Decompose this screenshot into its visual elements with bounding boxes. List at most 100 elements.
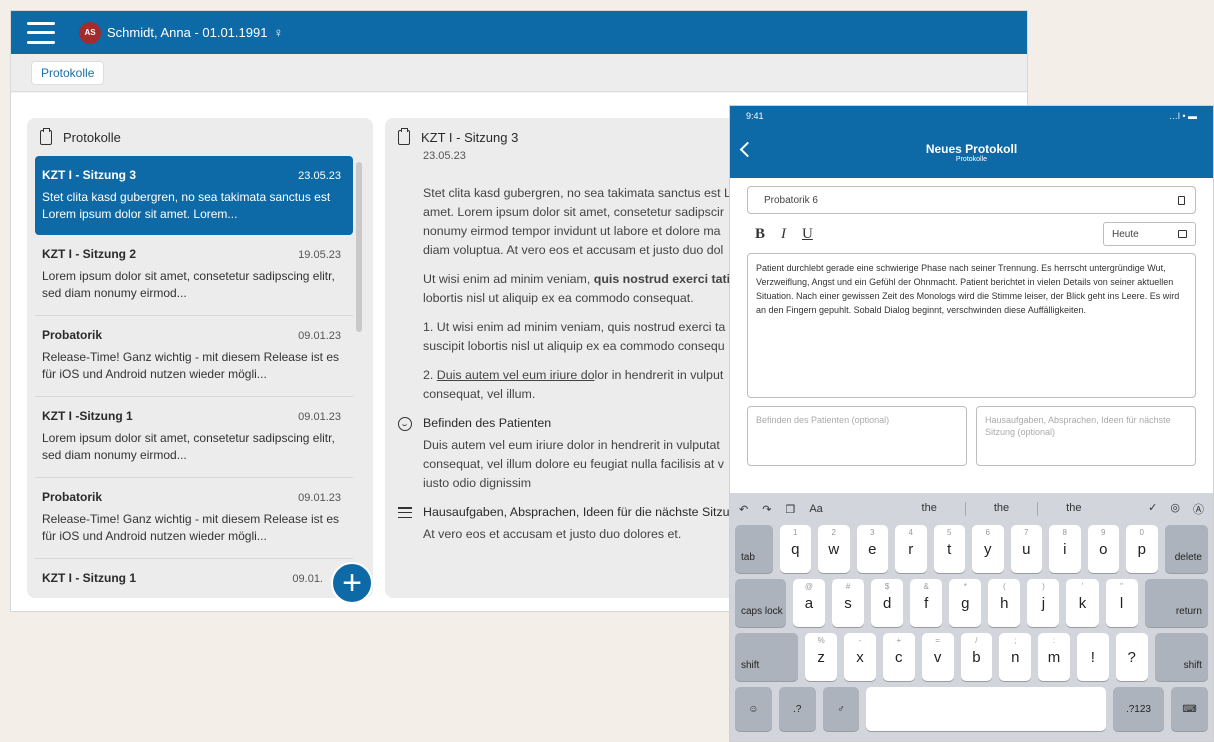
letter-key[interactable]: 6y bbox=[972, 525, 1004, 573]
patient-name[interactable]: Schmidt, Anna - 01.01.1991 bbox=[107, 25, 267, 40]
list-item[interactable]: Probatorik 09.01.23 Release-Time! Ganz wi… bbox=[35, 478, 353, 559]
nav-title: Neues Protokoll bbox=[925, 142, 1018, 156]
list-item-date: 09.01.23 bbox=[298, 330, 341, 342]
homework-field[interactable]: Hausaufgaben, Absprachen, Ideen für näch… bbox=[976, 406, 1196, 466]
microphone-icon[interactable]: ♂ bbox=[822, 687, 860, 731]
letter-key[interactable]: 2w bbox=[818, 525, 850, 573]
numbers-key-right[interactable]: .?123 bbox=[1112, 687, 1165, 731]
patient-condition-field[interactable]: Befinden des Patienten (optional) bbox=[747, 406, 967, 466]
text-line: iusto odio dignissim bbox=[423, 476, 532, 490]
date-select[interactable]: Heute bbox=[1103, 222, 1196, 246]
numbers-key-left[interactable]: .? bbox=[778, 687, 816, 731]
list-item-preview: Lorem ipsum dolor sit amet, consetetur s… bbox=[42, 269, 335, 300]
list-item[interactable]: KZT I - Sitzung 1 09.01. bbox=[35, 559, 353, 598]
shift-key[interactable]: shift bbox=[735, 633, 799, 681]
list-item-title: KZT I - Sitzung 3 bbox=[42, 168, 136, 182]
list-item[interactable]: KZT I -Sitzung 1 09.01.23 Lorem ipsum dol… bbox=[35, 397, 353, 478]
letter-key[interactable]: % z bbox=[805, 633, 838, 681]
menu-icon[interactable] bbox=[27, 21, 55, 44]
letter-key[interactable]: + c bbox=[882, 633, 915, 681]
letter-key[interactable]: 4r bbox=[895, 525, 927, 573]
underline-button[interactable]: U bbox=[802, 226, 813, 243]
camera-icon[interactable]: ◎ bbox=[1170, 501, 1180, 517]
letter-key[interactable]: ; n bbox=[999, 633, 1032, 681]
letter-key[interactable]: " l bbox=[1105, 579, 1138, 627]
text-line: nonumy eirmod tempor invidunt ut labore … bbox=[423, 224, 721, 238]
protocol-title-input[interactable]: Probatorik 6 bbox=[747, 186, 1196, 214]
list-scrollbar[interactable] bbox=[356, 162, 362, 332]
paste-icon[interactable]: ❐ bbox=[785, 503, 795, 516]
format-text-button[interactable]: Aa bbox=[809, 503, 822, 515]
bold-button[interactable]: B bbox=[755, 226, 765, 243]
key-row-1: tab 1q 2w 3e 4r 5t 6y 7u 8i 9o 0p delete bbox=[730, 525, 1213, 573]
section-condition-text: Duis autem vel eum iriure dolor in hendr… bbox=[423, 436, 743, 493]
clipboard-icon bbox=[1178, 195, 1185, 205]
list-item-preview: Release-Time! Ganz wichtig - mit diesem … bbox=[42, 350, 339, 381]
letter-key[interactable]: & f bbox=[910, 579, 943, 627]
key-row-4: ☺ .? ♂ .?123 ⌨ bbox=[730, 687, 1213, 731]
breadcrumb-chip-protokolle[interactable]: Protokolle bbox=[31, 60, 105, 85]
return-key[interactable]: return bbox=[1144, 579, 1208, 627]
letter-key[interactable]: 7u bbox=[1010, 525, 1042, 573]
prediction-word[interactable]: the bbox=[994, 502, 1009, 516]
letter-key[interactable]: (h bbox=[988, 579, 1021, 627]
shift-key-right[interactable]: shift bbox=[1154, 633, 1208, 681]
text-line: Duis autem vel eum iriure dolor in hendr… bbox=[423, 438, 720, 452]
list-item-date: 09.01. bbox=[292, 573, 323, 585]
punctuation-key[interactable]: ! bbox=[1076, 633, 1109, 681]
list-icon bbox=[398, 507, 412, 518]
letter-key[interactable]: 5t bbox=[933, 525, 965, 573]
check-icon[interactable]: ✓ bbox=[1148, 501, 1157, 517]
list-item[interactable]: Probatorik 09.01.23 Release-Time! Ganz wi… bbox=[35, 316, 353, 397]
list-item[interactable]: KZT I - Sitzung 2 19.05.23 Lorem ipsum do… bbox=[35, 235, 353, 316]
detail-title: KZT I - Sitzung 3 bbox=[421, 130, 519, 145]
emoji-key[interactable]: ☺ bbox=[735, 687, 772, 731]
letter-key[interactable]: ) j bbox=[1027, 579, 1060, 627]
text-line: 1. Ut wisi enim ad minim veniam, quis no… bbox=[423, 320, 726, 334]
undo-icon[interactable]: ↶ bbox=[739, 503, 748, 516]
letter-key[interactable]: 1q bbox=[779, 525, 811, 573]
text-line: consequat, vel illum dolore eu feugiat n… bbox=[423, 457, 724, 471]
format-toolbar: B I U Heute bbox=[747, 222, 1196, 246]
letter-key[interactable]: * g bbox=[949, 579, 982, 627]
letter-key[interactable]: 8i bbox=[1049, 525, 1081, 573]
scribble-icon[interactable]: Ⓐ bbox=[1193, 501, 1204, 517]
prediction-word[interactable]: the bbox=[922, 502, 937, 516]
protocol-list: KZT I - Sitzung 3 23.05.23 Stet clita kas… bbox=[35, 156, 353, 598]
list-item-preview: Release-Time! Ganz wichtig - mit diesem … bbox=[42, 512, 339, 543]
prediction-word[interactable]: the bbox=[1066, 502, 1081, 516]
protocol-note-textarea[interactable]: Patient durchlebt gerade eine schwierige… bbox=[747, 253, 1196, 398]
italic-button[interactable]: I bbox=[781, 226, 786, 243]
list-item-date: 09.01.23 bbox=[298, 492, 341, 504]
add-protocol-button[interactable]: + bbox=[331, 562, 373, 604]
list-item[interactable]: KZT I - Sitzung 3 23.05.23 Stet clita kas… bbox=[35, 156, 353, 235]
list-item-title: KZT I -Sitzung 1 bbox=[42, 409, 133, 423]
section-title: Befinden des Patienten bbox=[423, 416, 552, 430]
detail-paragraph: 2. Duis autem vel eum iriure dolor in he… bbox=[423, 366, 743, 404]
punctuation-key[interactable]: ? bbox=[1115, 633, 1148, 681]
letter-key[interactable]: 3e bbox=[856, 525, 888, 573]
letter-key[interactable]: 0p bbox=[1126, 525, 1158, 573]
tab-key[interactable]: tab bbox=[735, 525, 773, 573]
letter-key[interactable]: # s bbox=[832, 579, 865, 627]
letter-key[interactable]: :m bbox=[1038, 633, 1070, 681]
letter-key[interactable]: $ d bbox=[871, 579, 904, 627]
letter-key[interactable]: @ a bbox=[792, 579, 825, 627]
avatar[interactable]: AS bbox=[79, 21, 101, 44]
redo-icon[interactable]: ↷ bbox=[762, 503, 771, 516]
list-panel-header: Protokolle bbox=[27, 118, 373, 156]
hide-keyboard-icon[interactable]: ⌨ bbox=[1171, 687, 1209, 731]
caps-lock-key[interactable]: caps lock bbox=[735, 579, 786, 627]
calendar-icon bbox=[1178, 230, 1187, 238]
letter-key[interactable]: / b bbox=[960, 633, 993, 681]
letter-key[interactable]: = v bbox=[921, 633, 954, 681]
text-line: lobortis nisl ut aliquip ex ea commodo c… bbox=[423, 291, 694, 305]
letter-key[interactable]: 9o bbox=[1087, 525, 1119, 573]
letter-key[interactable]: -x bbox=[844, 633, 876, 681]
clipboard-icon bbox=[398, 128, 410, 145]
space-key[interactable] bbox=[866, 687, 1106, 731]
list-item-title: KZT I - Sitzung 2 bbox=[42, 247, 136, 261]
delete-key[interactable]: delete bbox=[1164, 525, 1208, 573]
list-item-title: KZT I - Sitzung 1 bbox=[42, 571, 136, 585]
letter-key[interactable]: ' k bbox=[1066, 579, 1099, 627]
